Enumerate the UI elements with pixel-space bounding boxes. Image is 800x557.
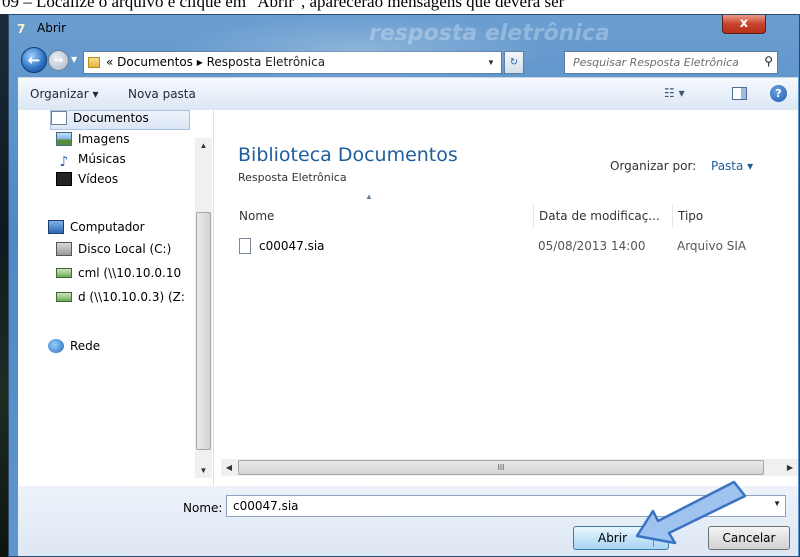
column-header-type[interactable]: Tipo bbox=[678, 204, 788, 228]
sidebar-item-label: Computador bbox=[70, 220, 145, 234]
file-list-pane: Biblioteca Documentos Resposta Eletrônic… bbox=[215, 110, 798, 486]
sidebar-item-computador[interactable]: Computador bbox=[48, 220, 194, 240]
file-type: Arquivo SIA bbox=[677, 239, 747, 253]
window-title: Abrir bbox=[37, 21, 67, 35]
close-icon: x bbox=[739, 16, 749, 31]
file-date: 05/08/2013 14:00 bbox=[538, 239, 646, 253]
sidebar-item-label: Vídeos bbox=[78, 172, 119, 186]
sidebar-item-label: Documentos bbox=[73, 111, 149, 125]
sidebar-item-label: Imagens bbox=[78, 132, 130, 146]
sidebar-item-label: d (\\10.10.0.3) (Z: bbox=[78, 290, 185, 304]
breadcrumb-prefix[interactable]: « bbox=[106, 55, 113, 69]
breadcrumb-separator-icon[interactable]: ▸ bbox=[197, 55, 203, 69]
horizontal-scrollbar[interactable]: ◀ III ▶ bbox=[221, 459, 798, 476]
open-file-dialog: 7 Abrir resposta eletrônica x ← → ▼ « Do… bbox=[8, 14, 800, 557]
sort-ascending-icon: ▲ bbox=[365, 192, 373, 201]
file-row[interactable]: c00047.sia 05/08/2013 14:00 Arquivo SIA bbox=[237, 236, 792, 258]
column-divider[interactable] bbox=[533, 204, 534, 228]
sidebar-item-label: Rede bbox=[70, 339, 101, 353]
scroll-right-icon[interactable]: ▶ bbox=[782, 459, 798, 476]
back-arrow-icon: ← bbox=[27, 51, 41, 69]
scrollbar-thumb[interactable] bbox=[196, 212, 211, 450]
document-text-line: 09 – Localize o arquivo e clique em "Abr… bbox=[0, 0, 800, 14]
arrange-by-dropdown[interactable]: Pasta ▾ bbox=[711, 159, 753, 173]
sidebar-item-label: cml (\\10.10.0.10 bbox=[78, 266, 182, 280]
arrange-by-label: Organizar por: bbox=[610, 159, 697, 173]
back-button[interactable]: ← bbox=[21, 47, 47, 73]
network-drive-icon bbox=[56, 268, 72, 278]
breadcrumb-documentos[interactable]: Documentos bbox=[117, 55, 193, 69]
file-name-label: Nome: bbox=[183, 501, 223, 515]
header-watermark: resposta eletrônica bbox=[369, 21, 610, 46]
sidebar-item-d-drive[interactable]: d (\\10.10.0.3) (Z: bbox=[56, 290, 195, 310]
refresh-icon: ↻ bbox=[509, 57, 519, 68]
content-area: Documentos Imagens ♪ Músicas Vídeos Compu… bbox=[18, 110, 798, 486]
refresh-button[interactable]: ↻ bbox=[504, 51, 524, 74]
app-logo-icon: 7 bbox=[17, 22, 26, 36]
command-toolbar: Organizar ▾ Nova pasta ☷ ▾ ? bbox=[18, 77, 798, 110]
music-icon: ♪ bbox=[59, 154, 69, 170]
view-options-icon[interactable]: ☷ ▾ bbox=[664, 86, 685, 102]
computer-icon bbox=[48, 220, 64, 234]
address-dropdown-icon[interactable]: ▼ bbox=[483, 54, 499, 71]
search-input[interactable] bbox=[565, 52, 753, 73]
organize-button[interactable]: Organizar ▾ bbox=[30, 87, 99, 101]
sidebar-item-label: Músicas bbox=[78, 152, 126, 166]
column-header-name[interactable]: Nome bbox=[239, 204, 529, 228]
sidebar-item-videos[interactable]: Vídeos bbox=[56, 172, 196, 192]
library-title: Biblioteca Documentos bbox=[238, 144, 458, 166]
images-icon bbox=[56, 132, 72, 146]
column-divider[interactable] bbox=[672, 204, 673, 228]
search-icon[interactable]: ⚲ bbox=[764, 54, 773, 68]
breadcrumb-resposta-eletronica[interactable]: Resposta Eletrônica bbox=[207, 55, 325, 69]
close-button[interactable]: x bbox=[722, 15, 766, 34]
scroll-up-icon[interactable]: ▲ bbox=[195, 138, 212, 153]
file-icon bbox=[239, 238, 251, 254]
video-icon bbox=[56, 172, 72, 186]
sidebar-item-cml-drive[interactable]: cml (\\10.10.0.10 bbox=[56, 266, 195, 286]
scrollbar-thumb[interactable]: III bbox=[238, 460, 764, 475]
column-header-date[interactable]: Data de modificaç... bbox=[539, 204, 674, 228]
sidebar-item-musicas[interactable]: ♪ Músicas bbox=[56, 152, 196, 172]
sidebar-item-disco-local[interactable]: Disco Local (C:) bbox=[56, 242, 196, 262]
scroll-down-icon[interactable]: ▼ bbox=[195, 463, 212, 478]
navigation-pane-scrollbar[interactable]: ▲ ▼ bbox=[195, 138, 212, 478]
address-bar[interactable]: « Documentos ▸ Resposta Eletrônica ▼ bbox=[83, 51, 502, 74]
document-icon bbox=[51, 111, 67, 125]
new-folder-button[interactable]: Nova pasta bbox=[128, 87, 196, 101]
help-icon[interactable]: ? bbox=[770, 85, 787, 102]
document-instruction-text: 09 – Localize o arquivo e clique em "Abr… bbox=[2, 0, 565, 11]
file-name: c00047.sia bbox=[259, 239, 325, 253]
annotation-arrow-icon bbox=[635, 480, 747, 545]
network-icon bbox=[48, 339, 64, 353]
disk-icon bbox=[56, 242, 72, 256]
folder-icon bbox=[88, 57, 100, 68]
recent-locations-dropdown[interactable]: ▼ bbox=[71, 55, 81, 65]
navigation-pane: Documentos Imagens ♪ Músicas Vídeos Compu… bbox=[18, 110, 214, 486]
sidebar-item-rede[interactable]: Rede bbox=[48, 339, 188, 359]
file-name-dropdown-icon[interactable]: ▼ bbox=[773, 499, 781, 508]
network-drive-icon bbox=[56, 292, 72, 302]
forward-arrow-icon: → bbox=[53, 53, 64, 67]
sidebar-item-label: Disco Local (C:) bbox=[78, 242, 172, 256]
sidebar-item-imagens[interactable]: Imagens bbox=[56, 132, 196, 152]
breadcrumb: « Documentos ▸ Resposta Eletrônica bbox=[106, 55, 325, 69]
search-box[interactable]: ⚲ bbox=[564, 51, 778, 74]
sidebar-item-documentos[interactable]: Documentos bbox=[50, 110, 190, 130]
forward-button[interactable]: → bbox=[48, 50, 69, 71]
library-subtitle: Resposta Eletrônica bbox=[238, 171, 347, 184]
scroll-left-icon[interactable]: ◀ bbox=[221, 459, 237, 476]
preview-pane-icon[interactable] bbox=[732, 87, 747, 100]
